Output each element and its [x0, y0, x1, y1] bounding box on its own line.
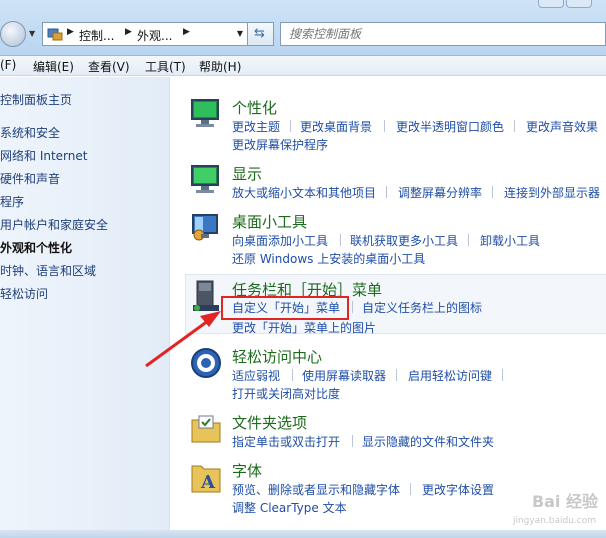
- sidebar-item-system-security[interactable]: 系统和安全: [0, 124, 60, 141]
- link-separator: [352, 435, 353, 447]
- sidebar-item-network[interactable]: 网络和 Internet: [0, 147, 87, 164]
- link-font-settings[interactable]: 更改字体设置: [422, 481, 494, 498]
- link-accessibility-keys[interactable]: 启用轻松访问键: [408, 367, 492, 384]
- sidebar-item-appearance[interactable]: 外观和个性化: [0, 239, 72, 256]
- link-separator: [492, 186, 493, 198]
- menu-help[interactable]: 帮助(H): [199, 58, 241, 75]
- link-separator: [384, 120, 385, 132]
- menu-tools[interactable]: 工具(T): [145, 58, 186, 75]
- sidebar-item-home[interactable]: 控制面板主页: [0, 91, 72, 108]
- category-title[interactable]: 字体: [232, 460, 262, 481]
- link-preview-fonts[interactable]: 预览、删除或者显示和隐藏字体: [232, 481, 400, 498]
- link-cleartype[interactable]: 调整 ClearType 文本: [232, 499, 347, 516]
- link-separator: [290, 120, 291, 132]
- link-add-gadget[interactable]: 向桌面添加小工具: [232, 232, 328, 249]
- link-change-sound[interactable]: 更改声音效果: [526, 118, 598, 135]
- link-restore-gadgets[interactable]: 还原 Windows 上安装的桌面小工具: [232, 250, 425, 267]
- link-change-start-picture[interactable]: 更改「开始」菜单上的图片: [232, 319, 376, 336]
- menu-file[interactable]: (F): [0, 58, 16, 72]
- address-bar[interactable]: ▶ 控制... ▶ 外观... ▶ ▼: [42, 22, 248, 46]
- display-icon: [191, 165, 219, 193]
- minimize-button[interactable]: [538, 0, 564, 8]
- link-change-theme[interactable]: 更改主题: [232, 118, 280, 135]
- link-screen-resolution[interactable]: 调整屏幕分辨率: [398, 184, 482, 201]
- link-low-vision[interactable]: 适应弱视: [232, 367, 280, 384]
- link-separator: [340, 234, 341, 246]
- sidebar-item-user-accounts[interactable]: 用户帐户和家庭安全: [0, 216, 108, 233]
- link-separator: [502, 369, 503, 381]
- sidebar-item-ease-of-access[interactable]: 轻松访问: [0, 285, 48, 302]
- menu-bar: (F) 编辑(E) 查看(V) 工具(T) 帮助(H): [0, 56, 606, 76]
- link-change-window-color[interactable]: 更改半透明窗口颜色: [396, 118, 504, 135]
- link-change-screensaver[interactable]: 更改屏幕保护程序: [232, 136, 328, 153]
- refresh-button[interactable]: ⇆: [248, 22, 274, 46]
- sidebar-item-programs[interactable]: 程序: [0, 193, 24, 210]
- fonts-icon: A: [191, 465, 221, 493]
- watermark: Bai 经验: [531, 492, 598, 511]
- folder-options-icon: [191, 415, 221, 443]
- link-separator: [292, 369, 293, 381]
- breadcrumb-arrow-icon[interactable]: ▶: [125, 27, 132, 37]
- control-panel-icon: [47, 28, 63, 41]
- link-separator: [352, 301, 353, 313]
- link-change-background[interactable]: 更改桌面背景: [300, 118, 372, 135]
- link-uninstall-gadget[interactable]: 卸载小工具: [480, 232, 540, 249]
- breadcrumb-appearance[interactable]: 外观...: [137, 27, 172, 44]
- search-input[interactable]: [281, 23, 581, 45]
- breadcrumb-arrow-icon[interactable]: ▶: [183, 27, 190, 37]
- link-screen-reader[interactable]: 使用屏幕读取器: [302, 367, 386, 384]
- link-separator: [514, 120, 515, 132]
- svg-text:A: A: [200, 472, 216, 493]
- refresh-icon: ⇆: [254, 26, 265, 41]
- gadgets-icon: [192, 214, 218, 241]
- bottom-border: [0, 530, 606, 538]
- ease-of-access-icon: [191, 348, 221, 378]
- link-customize-taskbar-icons[interactable]: 自定义任务栏上的图标: [362, 299, 482, 316]
- menu-edit[interactable]: 编辑(E): [33, 58, 74, 75]
- category-title[interactable]: 桌面小工具: [232, 211, 307, 232]
- category-title[interactable]: 轻松访问中心: [232, 346, 322, 367]
- recent-pages-chevron-icon[interactable]: ▼: [29, 29, 35, 38]
- maximize-button[interactable]: [566, 0, 592, 8]
- category-title[interactable]: 文件夹选项: [232, 412, 307, 433]
- menu-view[interactable]: 查看(V): [88, 58, 130, 75]
- highlight-box: [221, 296, 349, 320]
- sidebar-item-hardware-sound[interactable]: 硬件和声音: [0, 170, 60, 187]
- sidebar-item-clock-language[interactable]: 时钟、语言和区域: [0, 262, 96, 279]
- link-separator: [396, 369, 397, 381]
- link-external-display[interactable]: 连接到外部显示器: [504, 184, 600, 201]
- link-separator: [410, 483, 411, 495]
- link-separator: [386, 186, 387, 198]
- search-box[interactable]: [280, 22, 606, 46]
- link-show-hidden-files[interactable]: 显示隐藏的文件和文件夹: [362, 433, 494, 450]
- category-title[interactable]: 显示: [232, 163, 262, 184]
- title-bar: ▼ ▶ 控制... ▶ 外观... ▶ ▼ ⇆: [0, 0, 606, 56]
- breadcrumb-control-panel[interactable]: 控制...: [79, 27, 114, 44]
- link-text-size[interactable]: 放大或缩小文本和其他项目: [232, 184, 376, 201]
- address-dropdown-icon[interactable]: ▼: [237, 29, 243, 38]
- main-content: 个性化 更改主题 更改桌面背景 更改半透明窗口颜色 更改声音效果 更改屏幕保护程…: [171, 77, 606, 538]
- sidebar: 控制面板主页 系统和安全 网络和 Internet 硬件和声音 程序 用户帐户和…: [0, 77, 170, 538]
- breadcrumb-arrow-icon[interactable]: ▶: [67, 27, 74, 37]
- link-get-gadgets-online[interactable]: 联机获取更多小工具: [350, 232, 458, 249]
- watermark-url: jingyan.baidu.com: [512, 516, 596, 526]
- link-separator: [468, 234, 469, 246]
- back-button[interactable]: [0, 21, 26, 47]
- link-high-contrast[interactable]: 打开或关闭高对比度: [232, 385, 340, 402]
- taskbar-icon: [193, 280, 219, 311]
- personalization-icon: [191, 99, 219, 127]
- link-single-double-click[interactable]: 指定单击或双击打开: [232, 433, 340, 450]
- category-title[interactable]: 个性化: [232, 97, 277, 118]
